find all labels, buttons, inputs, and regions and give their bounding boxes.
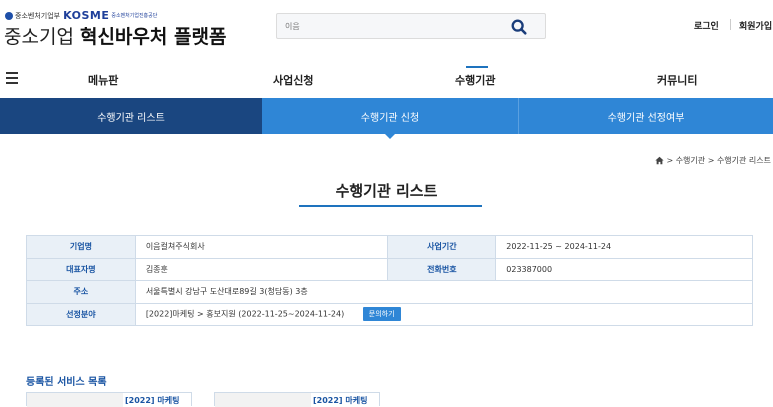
selected-field-label: 선정분야 bbox=[26, 302, 136, 326]
subnav-provider-application[interactable]: 수행기관 신청 bbox=[262, 98, 518, 139]
service-card-label: [2022] 마케팅 bbox=[313, 396, 368, 405]
search-icon[interactable] bbox=[510, 18, 528, 36]
phone-label: 전화번호 bbox=[387, 257, 497, 281]
address-label: 주소 bbox=[26, 280, 136, 304]
subnav-label: 수행기관 신청 bbox=[360, 112, 420, 124]
nav-business-application[interactable]: 사업신청 bbox=[273, 72, 313, 88]
service-card[interactable]: [2022] 마케팅 bbox=[26, 392, 192, 407]
nav-menu[interactable]: 메뉴판 bbox=[88, 72, 118, 88]
service-thumbnail bbox=[27, 393, 123, 407]
registered-services-title: 등록된 서비스 목록 bbox=[26, 377, 107, 388]
breadcrumb-level1[interactable]: 수행기관 bbox=[676, 155, 705, 166]
address-value: 서울특별시 강남구 도산대로89길 3(청담동) 3층 bbox=[134, 280, 754, 304]
service-card-label: [2022] 마케팅 bbox=[125, 396, 180, 405]
sub-navigation: 수행기관 리스트 수행기관 신청 수행기관 선정여부 bbox=[0, 98, 773, 139]
site-title-plain: 중소기업 bbox=[4, 26, 80, 48]
nav-active-indicator bbox=[466, 66, 488, 68]
site-header: 중소벤처기업부 KOSME 중소벤처기업진흥공단 중소기업 혁신바우처 플랫폼 … bbox=[0, 0, 773, 60]
site-title[interactable]: 중소기업 혁신바우처 플랫폼 bbox=[4, 22, 226, 49]
breadcrumb-level2[interactable]: 수행기관 리스트 bbox=[717, 155, 771, 166]
table-row: 기업명 이음컬쳐주식회사 사업기간 2022-11-25 ~ 2024-11-2… bbox=[26, 235, 753, 259]
header-divider bbox=[730, 19, 731, 30]
subnav-provider-list[interactable]: 수행기관 리스트 bbox=[0, 98, 262, 134]
logo[interactable]: 중소벤처기업부 KOSME 중소벤처기업진흥공단 bbox=[5, 9, 157, 22]
table-row: 선정분야 [2022]마케팅 > 홍보지원 (2022-11-25~2024-1… bbox=[26, 302, 754, 326]
table-row: 주소 서울특별시 강남구 도산대로89길 3(청담동) 3층 bbox=[26, 280, 754, 304]
subnav-label: 수행기관 선정여부 bbox=[607, 112, 685, 124]
nav-community[interactable]: 커뮤니티 bbox=[657, 72, 697, 88]
agency-emblem-icon bbox=[5, 11, 13, 20]
subnav-label: 수행기관 리스트 bbox=[97, 112, 165, 124]
selected-field-value: [2022]마케팅 > 홍보지원 (2022-11-25~2024-11-24) bbox=[145, 309, 345, 319]
search-input[interactable] bbox=[285, 19, 485, 33]
agency-name: 중소벤처기업부 bbox=[15, 11, 61, 20]
login-link[interactable]: 로그인 bbox=[694, 19, 719, 32]
phone-value: 023387000 bbox=[495, 257, 753, 281]
inquiry-button[interactable]: 문의하기 bbox=[362, 307, 401, 322]
home-icon[interactable] bbox=[655, 156, 665, 165]
breadcrumb-separator: > bbox=[666, 156, 674, 165]
company-name-label: 기업명 bbox=[26, 235, 136, 259]
kosme-logo: KOSME bbox=[63, 9, 109, 22]
nav-service-provider[interactable]: 수행기관 bbox=[455, 72, 495, 88]
signup-link[interactable]: 회원가입 bbox=[739, 19, 772, 32]
service-thumbnail bbox=[215, 393, 311, 407]
business-period-value: 2022-11-25 ~ 2024-11-24 bbox=[495, 235, 753, 259]
table-row: 대표자명 김종훈 전화번호 023387000 bbox=[26, 257, 753, 281]
service-card[interactable]: [2022] 마케팅 bbox=[214, 392, 380, 407]
company-name-value: 이음컬쳐주식회사 bbox=[134, 235, 389, 259]
hamburger-menu-icon[interactable] bbox=[6, 72, 18, 84]
active-caret-icon bbox=[385, 134, 395, 139]
breadcrumb: > 수행기관 > 수행기관 리스트 bbox=[655, 155, 771, 166]
title-underline bbox=[299, 205, 482, 207]
selected-field-cell: [2022]마케팅 > 홍보지원 (2022-11-25~2024-11-24)… bbox=[134, 302, 754, 326]
ceo-name-value: 김종훈 bbox=[134, 257, 389, 281]
kosme-subtitle: 중소벤처기업진흥공단 bbox=[111, 13, 158, 19]
kosme-logo-text: KOSME bbox=[63, 9, 110, 22]
site-title-bold: 혁신바우처 플랫폼 bbox=[79, 26, 227, 48]
subnav-provider-selection[interactable]: 수행기관 선정여부 bbox=[518, 98, 773, 134]
page-title: 수행기관 리스트 bbox=[335, 182, 438, 200]
search-box bbox=[276, 13, 546, 39]
provider-info-table: 기업명 이음컬쳐주식회사 사업기간 2022-11-25 ~ 2024-11-2… bbox=[26, 235, 754, 326]
breadcrumb-separator: > bbox=[707, 156, 715, 165]
business-period-label: 사업기간 bbox=[387, 235, 497, 259]
ceo-name-label: 대표자명 bbox=[26, 257, 136, 281]
